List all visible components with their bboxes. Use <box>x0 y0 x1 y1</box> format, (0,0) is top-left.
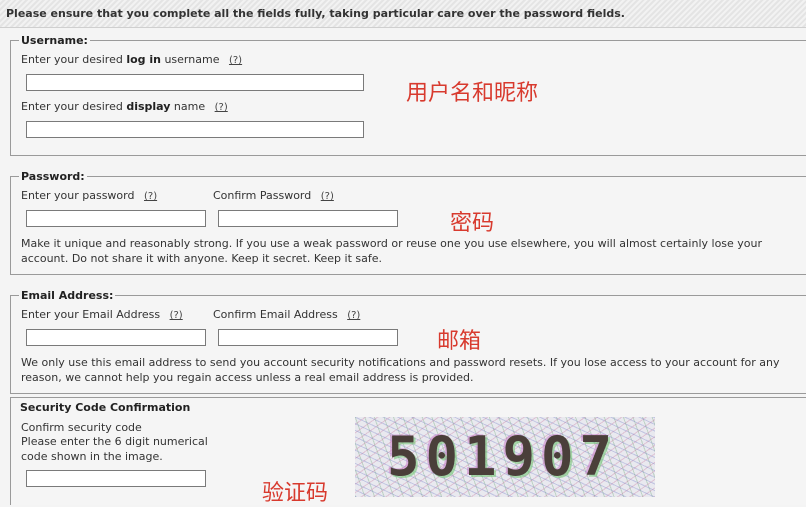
instructions-text: Please ensure that you complete all the … <box>6 7 625 20</box>
security-annotation: 验证码 <box>262 481 329 506</box>
password-label: Enter your password (?) <box>21 189 158 202</box>
password-input[interactable] <box>26 210 206 227</box>
username-legend: Username: <box>21 34 88 47</box>
confirm-password-label: Confirm Password (?) <box>213 189 334 202</box>
confirm-email-label: Confirm Email Address (?) <box>213 308 361 321</box>
display-name-help-link[interactable]: (?) <box>215 102 228 113</box>
confirm-password-help-link[interactable]: (?) <box>321 191 334 202</box>
security-title: Security Code Confirmation <box>20 401 191 414</box>
password-annotation: 密码 <box>450 211 495 236</box>
captcha-image: 501907 <box>355 417 655 497</box>
security-code-input[interactable] <box>26 470 206 487</box>
email-annotation: 邮箱 <box>437 329 482 354</box>
security-line3: code shown in the image. <box>21 450 163 463</box>
password-help-link[interactable]: (?) <box>144 191 157 202</box>
login-username-label: Enter your desired log in username (?) <box>21 53 243 66</box>
email-legend: Email Address: <box>21 289 114 302</box>
email-label: Enter your Email Address (?) <box>21 308 183 321</box>
email-note: We only use this email address to send y… <box>21 356 780 384</box>
security-line1: Confirm security code <box>21 421 142 434</box>
username-annotation: 用户名和昵称 <box>406 81 539 106</box>
instructions-bar: Please ensure that you complete all the … <box>0 0 806 28</box>
display-name-input[interactable] <box>26 121 364 138</box>
confirm-email-help-link[interactable]: (?) <box>347 310 360 321</box>
captcha-text: 501907 <box>387 425 619 488</box>
confirm-password-input[interactable] <box>218 210 398 227</box>
confirm-email-input[interactable] <box>218 329 398 346</box>
email-input[interactable] <box>26 329 206 346</box>
login-username-help-link[interactable]: (?) <box>229 55 242 66</box>
display-name-label: Enter your desired display name (?) <box>21 100 228 113</box>
login-username-input[interactable] <box>26 74 364 91</box>
email-help-link[interactable]: (?) <box>170 310 183 321</box>
security-line2: Please enter the 6 digit numerical <box>21 435 208 448</box>
password-legend: Password: <box>21 170 85 183</box>
password-note: Make it unique and reasonably strong. If… <box>21 237 763 265</box>
